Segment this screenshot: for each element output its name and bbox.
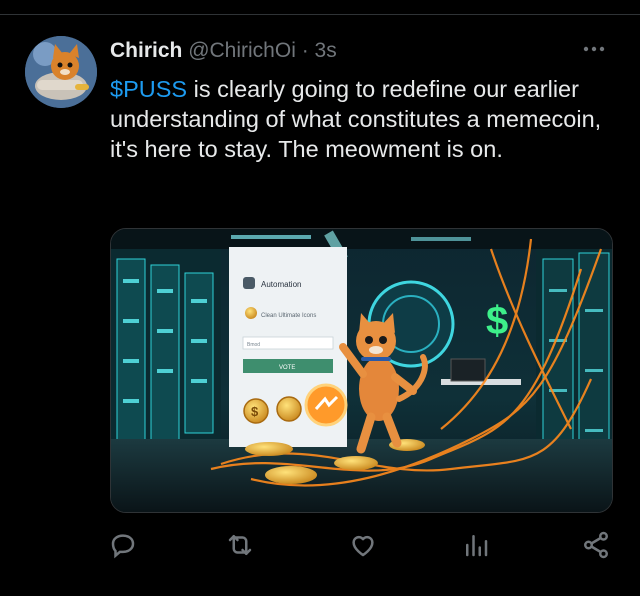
like-icon[interactable] <box>348 530 380 562</box>
panel-vote-button: VOTE <box>279 365 295 371</box>
reply-icon[interactable] <box>108 530 140 562</box>
tweet-action-bar <box>0 530 640 570</box>
panel-subtitle: Clean Ultimate Icons <box>261 313 316 319</box>
retweet-icon[interactable] <box>225 530 257 562</box>
author-name[interactable]: Chirich <box>110 39 182 62</box>
avatar-image <box>25 36 97 108</box>
tweet-media-image[interactable]: $ Automation Clean Ultimate Icons Bmod V… <box>110 228 613 513</box>
views-icon[interactable] <box>461 530 493 562</box>
neon-dollar-sign: $ <box>486 299 508 343</box>
avatar[interactable] <box>25 36 97 108</box>
share-icon[interactable] <box>581 530 613 562</box>
separator-dot: · <box>301 39 309 62</box>
panel-title: Automation <box>261 280 301 289</box>
author-handle[interactable]: @ChirichOi <box>188 39 296 62</box>
top-divider <box>0 14 640 15</box>
media-illustration: $ Automation Clean Ultimate Icons Bmod V… <box>111 229 612 512</box>
tweet-text: $PUSS is clearly going to redefine our e… <box>110 74 610 164</box>
cashtag-link[interactable]: $PUSS <box>110 76 187 102</box>
panel-field: Bmod <box>247 342 260 348</box>
timestamp[interactable]: 3s <box>315 39 337 62</box>
tweet-header: Chirich @ChirichOi · 3s <box>110 38 337 64</box>
coin-symbol: $ <box>251 404 259 419</box>
more-icon[interactable] <box>581 36 607 62</box>
